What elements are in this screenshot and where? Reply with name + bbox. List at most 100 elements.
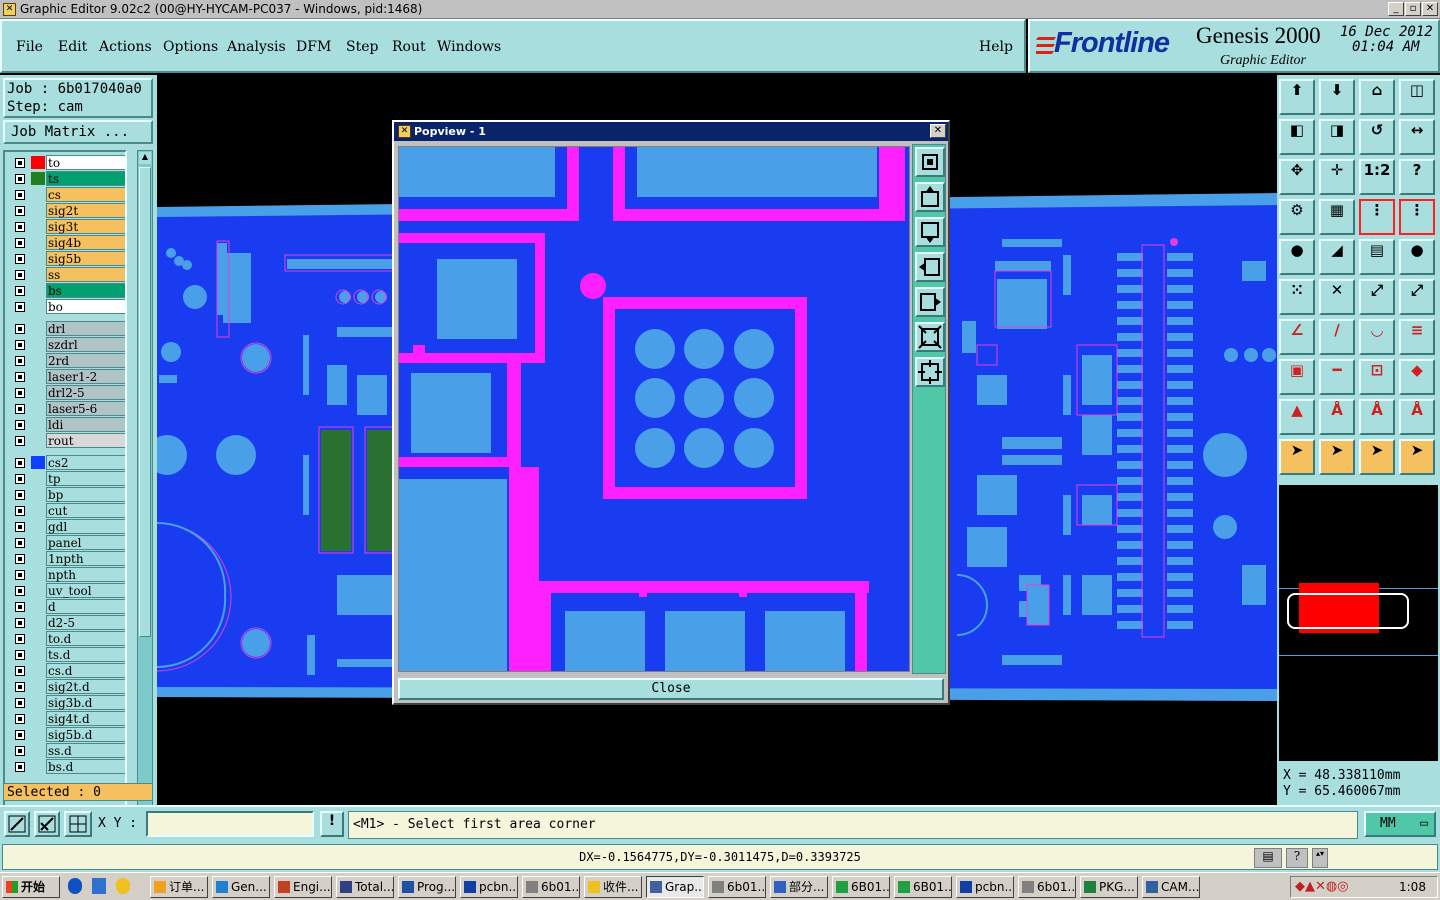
maximize-button[interactable]: ▫ — [1405, 2, 1421, 16]
layer-checkbox[interactable] — [15, 762, 25, 772]
layer-row-uv_tool[interactable]: uv_tool — [13, 583, 125, 598]
measure-icon[interactable]: ⊡ — [1359, 359, 1395, 395]
taskbar-item[interactable]: 6b01... — [708, 876, 766, 898]
ruler-icon[interactable]: ▤ — [1359, 239, 1395, 275]
menu-options[interactable]: Options — [163, 39, 218, 55]
layer-checkbox[interactable] — [15, 356, 25, 366]
layer-checkbox[interactable] — [15, 618, 25, 628]
menu-file[interactable]: File — [16, 39, 43, 55]
taskbar-item[interactable]: Gen... — [212, 876, 270, 898]
arc-icon[interactable]: ◡ — [1359, 319, 1395, 355]
layer-checkbox[interactable] — [15, 490, 25, 500]
layer-checkbox[interactable] — [15, 538, 25, 548]
layer-row-sig4b[interactable]: sig4b — [13, 235, 125, 250]
taskbar-item[interactable]: 6b01... — [522, 876, 580, 898]
layer-checkbox[interactable] — [15, 650, 25, 660]
taskbar-item[interactable]: pcbn... — [956, 876, 1014, 898]
job-matrix-button[interactable]: Job Matrix ... — [3, 120, 153, 144]
taskbar-item[interactable]: CAM... — [1142, 876, 1200, 898]
taskbar-item[interactable]: Prog... — [398, 876, 456, 898]
layer-checkbox[interactable] — [15, 388, 25, 398]
layer-row-bp[interactable]: bp — [13, 487, 125, 502]
layer-row-sig3t[interactable]: sig3t — [13, 219, 125, 234]
close-window-button[interactable]: ✕ — [1422, 2, 1438, 16]
taskbar-item[interactable]: 6B01... — [832, 876, 890, 898]
layer-checkbox[interactable] — [15, 698, 25, 708]
layer-checkbox[interactable] — [15, 586, 25, 596]
display-settings-icon[interactable]: ⚙ — [1279, 199, 1315, 235]
printer-icon[interactable]: ▤ — [1254, 848, 1282, 868]
zoom-bottom-icon[interactable]: ⬇ — [1319, 79, 1355, 115]
pan-right-icon[interactable]: ◨ — [1319, 119, 1355, 155]
triangle-a-bold-icon[interactable]: Å — [1359, 399, 1395, 435]
shapes-icon[interactable]: ◆ — [1399, 359, 1435, 395]
angle-icon[interactable]: ∠ — [1279, 319, 1315, 355]
feature-layer-alt-icon[interactable]: ⋮ — [1399, 199, 1435, 235]
layer-checkbox[interactable] — [15, 340, 25, 350]
layer-checkbox[interactable] — [15, 570, 25, 580]
taskbar-item[interactable]: 订单... — [150, 876, 208, 898]
layer-checkbox[interactable] — [15, 372, 25, 382]
triangle-a-icon[interactable]: Å — [1319, 399, 1355, 435]
units-selector[interactable]: MM ▭ — [1364, 811, 1436, 837]
scale-one-icon[interactable]: 1:2 — [1359, 159, 1395, 195]
layer-checkbox[interactable] — [15, 602, 25, 612]
connect-icon[interactable]: ⤢ — [1359, 279, 1395, 315]
layer-row-1npth[interactable]: 1npth — [13, 551, 125, 566]
triangle-icon[interactable]: ▲ — [1279, 399, 1315, 435]
layer-checkbox[interactable] — [15, 522, 25, 532]
layer-row-sig3b.d[interactable]: sig3b.d — [13, 695, 125, 710]
line-draw-icon[interactable]: ◢ — [1319, 239, 1355, 275]
grid-mode-icon[interactable] — [64, 811, 92, 837]
layer-checkbox[interactable] — [15, 302, 25, 312]
layer-checkbox[interactable] — [15, 682, 25, 692]
taskbar-item[interactable]: PKG... — [1080, 876, 1138, 898]
layer-row-ldi[interactable]: ldi — [13, 417, 125, 432]
quicklaunch-icon[interactable] — [116, 878, 130, 894]
layer-row-cs2[interactable]: cs2 — [13, 455, 125, 470]
rf-icon[interactable]: ≡ — [1399, 319, 1435, 355]
layer-row-cs.d[interactable]: cs.d — [13, 663, 125, 678]
flip-icon[interactable]: ↔ — [1399, 119, 1435, 155]
taskbar-item[interactable]: Grap... — [646, 876, 704, 898]
shape-add-icon[interactable]: ▣ — [1279, 359, 1315, 395]
layer-row-sig4t.d[interactable]: sig4t.d — [13, 711, 125, 726]
minimize-button[interactable]: _ — [1388, 2, 1404, 16]
layer-checkbox[interactable] — [15, 634, 25, 644]
popview-titlebar[interactable]: ✕ Popview - 1 ✕ — [394, 122, 948, 141]
popview-zoom-out-icon[interactable] — [915, 357, 945, 387]
fit-screen-icon[interactable]: ✥ — [1279, 159, 1315, 195]
layer-row-ts[interactable]: ts — [13, 171, 125, 186]
taskbar-item[interactable]: Engi... — [274, 876, 332, 898]
ie-icon[interactable] — [68, 878, 82, 894]
layer-checkbox[interactable] — [15, 404, 25, 414]
popview-zoomed-board[interactable] — [399, 147, 910, 672]
xy-input[interactable] — [146, 811, 314, 837]
layer-row-ss[interactable]: ss — [13, 267, 125, 282]
feature-layer-icon[interactable]: ⋮ — [1359, 199, 1395, 235]
layer-row-sig5b[interactable]: sig5b — [13, 251, 125, 266]
node-icon[interactable]: ⁙ — [1279, 279, 1315, 315]
zoom-house-icon[interactable]: ⌂ — [1359, 79, 1395, 115]
menu-rout[interactable]: Rout — [392, 39, 426, 55]
layer-row-to[interactable]: to — [13, 155, 125, 170]
layer-checkbox[interactable] — [15, 254, 25, 264]
menu-windows[interactable]: Windows — [437, 39, 501, 55]
pointer-red-icon[interactable]: ➤ — [1359, 439, 1395, 475]
taskbar-item[interactable]: pcbn... — [460, 876, 518, 898]
layer-checkbox[interactable] — [15, 158, 25, 168]
select-pad-icon[interactable]: ● — [1279, 239, 1315, 275]
taskbar-item[interactable]: 6b01... — [1018, 876, 1076, 898]
layer-row-bo[interactable]: bo — [13, 299, 125, 314]
layer-checkbox[interactable] — [15, 238, 25, 248]
measure-mode-icon[interactable] — [34, 811, 60, 837]
layer-row-drl2-5[interactable]: drl2-5 — [13, 385, 125, 400]
layer-checkbox[interactable] — [15, 174, 25, 184]
scroll-thumb[interactable] — [139, 167, 151, 637]
pan-left-icon[interactable]: ◧ — [1279, 119, 1315, 155]
popview-close-button[interactable]: Close — [398, 678, 944, 700]
layer-row-cut[interactable]: cut — [13, 503, 125, 518]
layer-list-scrollbar[interactable]: ▲ ▼ — [137, 150, 153, 850]
layer-row-d2-5[interactable]: d2-5 — [13, 615, 125, 630]
layer-checkbox[interactable] — [15, 270, 25, 280]
